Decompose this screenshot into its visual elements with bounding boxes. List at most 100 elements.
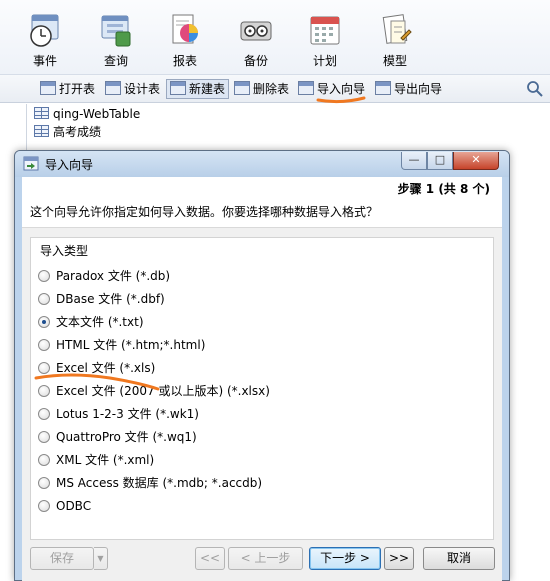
search-icon[interactable] xyxy=(526,80,544,98)
delete-table-icon xyxy=(234,81,250,95)
option-lotus[interactable]: Lotus 1-2-3 文件 (*.wk1) xyxy=(38,403,270,426)
import-wizard-button[interactable]: 导入向导 xyxy=(298,80,365,98)
export-wizard-label: 导出向导 xyxy=(394,82,443,96)
wizard-header: 步骤 1 (共 8 个) 这个向导允许你指定如何导入数据。你要选择哪种数据导入格… xyxy=(22,177,502,228)
ribbon-query-label: 查询 xyxy=(103,54,128,68)
table-item-label: 高考成绩 xyxy=(53,125,102,139)
option-label: HTML 文件 (*.htm;*.html) xyxy=(56,338,206,352)
table-grid-icon xyxy=(34,125,49,137)
table-grid-icon xyxy=(34,107,49,119)
ribbon-model-button[interactable]: 模型 xyxy=(368,12,422,72)
save-button[interactable]: 保存 xyxy=(30,547,94,570)
design-table-label: 设计表 xyxy=(124,82,161,96)
option-ms-access[interactable]: MS Access 数据库 (*.mdb; *.accdb) xyxy=(38,472,270,495)
option-label: Paradox 文件 (*.db) xyxy=(56,269,171,283)
design-table-icon xyxy=(105,81,121,95)
option-dbase[interactable]: DBase 文件 (*.dbf) xyxy=(38,288,270,311)
option-label: MS Access 数据库 (*.mdb; *.accdb) xyxy=(56,476,263,490)
step-indicator: 步骤 1 (共 8 个) xyxy=(397,182,490,196)
radio-button[interactable] xyxy=(38,362,50,374)
table-list: qing-WebTable 高考成绩 xyxy=(34,105,140,141)
backup-icon xyxy=(240,21,272,41)
ribbon-report-label: 报表 xyxy=(172,54,197,68)
delete-table-label: 删除表 xyxy=(253,82,290,96)
ribbon-backup-label: 备份 xyxy=(243,54,268,68)
radio-button[interactable] xyxy=(38,293,50,305)
radio-button[interactable] xyxy=(38,454,50,466)
first-step-button[interactable]: << xyxy=(195,547,225,570)
option-quattropro[interactable]: QuattroPro 文件 (*.wq1) xyxy=(38,426,270,449)
option-label: 文本文件 (*.txt) xyxy=(56,315,144,329)
radio-button[interactable] xyxy=(38,408,50,420)
prev-step-button[interactable]: < 上一步 xyxy=(228,547,303,570)
dialog-titlebar[interactable]: 导入向导 — □ ✕ xyxy=(15,151,509,177)
ribbon-event-button[interactable]: 事件 xyxy=(18,12,72,72)
query-icon xyxy=(101,15,131,47)
radio-button[interactable] xyxy=(38,431,50,443)
close-icon: ✕ xyxy=(471,153,481,166)
open-table-icon xyxy=(40,81,56,95)
import-wizard-icon xyxy=(298,81,314,95)
option-excel-xlsx[interactable]: Excel 文件 (2007 或以上版本) (*.xlsx) xyxy=(38,380,270,403)
ribbon-schedule-label: 计划 xyxy=(312,54,337,68)
option-label: Excel 文件 (2007 或以上版本) (*.xlsx) xyxy=(56,384,270,398)
ribbon-event-label: 事件 xyxy=(32,54,57,68)
option-xml[interactable]: XML 文件 (*.xml) xyxy=(38,449,270,472)
option-html[interactable]: HTML 文件 (*.htm;*.html) xyxy=(38,334,270,357)
option-label: Lotus 1-2-3 文件 (*.wk1) xyxy=(56,407,199,421)
radio-button[interactable] xyxy=(38,385,50,397)
table-item[interactable]: 高考成绩 xyxy=(34,123,140,141)
export-wizard-button[interactable]: 导出向导 xyxy=(375,80,442,98)
import-type-label: 导入类型 xyxy=(40,244,89,258)
ribbon-query-button[interactable]: 查询 xyxy=(89,12,143,72)
delete-table-button[interactable]: 删除表 xyxy=(234,80,289,98)
radio-button[interactable] xyxy=(38,500,50,512)
option-label: XML 文件 (*.xml) xyxy=(56,453,155,467)
model-icon xyxy=(382,14,412,44)
main-ribbon: 事件 查询 报表 备份 计划 模型 xyxy=(0,0,550,75)
cancel-button[interactable]: 取消 xyxy=(423,547,495,570)
import-type-group: 导入类型 Paradox 文件 (*.db) DBase 文件 (*.dbf) … xyxy=(30,237,494,540)
maximize-icon: □ xyxy=(434,153,446,166)
export-wizard-icon xyxy=(375,81,391,95)
radio-button-checked[interactable] xyxy=(38,316,50,328)
dialog-client-area: 步骤 1 (共 8 个) 这个向导允许你指定如何导入数据。你要选择哪种数据导入格… xyxy=(22,177,502,581)
event-clock-icon xyxy=(30,14,59,47)
save-dropdown-button[interactable]: ▼ xyxy=(94,547,108,570)
table-toolbar: 打开表 设计表 新建表 删除表 导入向导 导出向导 xyxy=(0,75,550,103)
close-button[interactable]: ✕ xyxy=(453,152,499,170)
ribbon-schedule-button[interactable]: 计划 xyxy=(298,12,352,72)
option-excel-xls[interactable]: Excel 文件 (*.xls) xyxy=(38,357,270,380)
dialog-title: 导入向导 xyxy=(45,158,94,172)
option-paradox[interactable]: Paradox 文件 (*.db) xyxy=(38,265,270,288)
import-type-options: Paradox 文件 (*.db) DBase 文件 (*.dbf) 文本文件 … xyxy=(38,265,270,518)
open-table-button[interactable]: 打开表 xyxy=(40,80,95,98)
import-wizard-dialog: 导入向导 — □ ✕ 步骤 1 (共 8 个) 这个向导允许你指定如何导入数据。… xyxy=(14,150,510,581)
option-label: ODBC xyxy=(56,499,92,513)
new-table-icon xyxy=(170,81,186,95)
table-item[interactable]: qing-WebTable xyxy=(34,105,140,123)
new-table-label: 新建表 xyxy=(189,82,226,96)
option-odbc[interactable]: ODBC xyxy=(38,495,270,518)
report-chart-icon xyxy=(172,14,198,44)
last-step-button[interactable]: >> xyxy=(384,547,414,570)
next-step-button[interactable]: 下一步 > xyxy=(309,547,381,570)
minimize-icon: — xyxy=(408,153,420,166)
schedule-calendar-icon xyxy=(310,16,340,45)
design-table-button[interactable]: 设计表 xyxy=(105,80,160,98)
open-table-label: 打开表 xyxy=(59,82,96,96)
table-item-label: qing-WebTable xyxy=(53,107,141,121)
maximize-button[interactable]: □ xyxy=(427,152,453,170)
radio-button[interactable] xyxy=(38,270,50,282)
ribbon-backup-button[interactable]: 备份 xyxy=(229,12,283,72)
option-text[interactable]: 文本文件 (*.txt) xyxy=(38,311,270,334)
import-wizard-label: 导入向导 xyxy=(317,82,366,96)
option-label: Excel 文件 (*.xls) xyxy=(56,361,156,375)
radio-button[interactable] xyxy=(38,477,50,489)
option-label: DBase 文件 (*.dbf) xyxy=(56,292,165,306)
ribbon-report-button[interactable]: 报表 xyxy=(158,12,212,72)
minimize-button[interactable]: — xyxy=(401,152,427,170)
option-label: QuattroPro 文件 (*.wq1) xyxy=(56,430,197,444)
new-table-button[interactable]: 新建表 xyxy=(166,79,230,99)
radio-button[interactable] xyxy=(38,339,50,351)
